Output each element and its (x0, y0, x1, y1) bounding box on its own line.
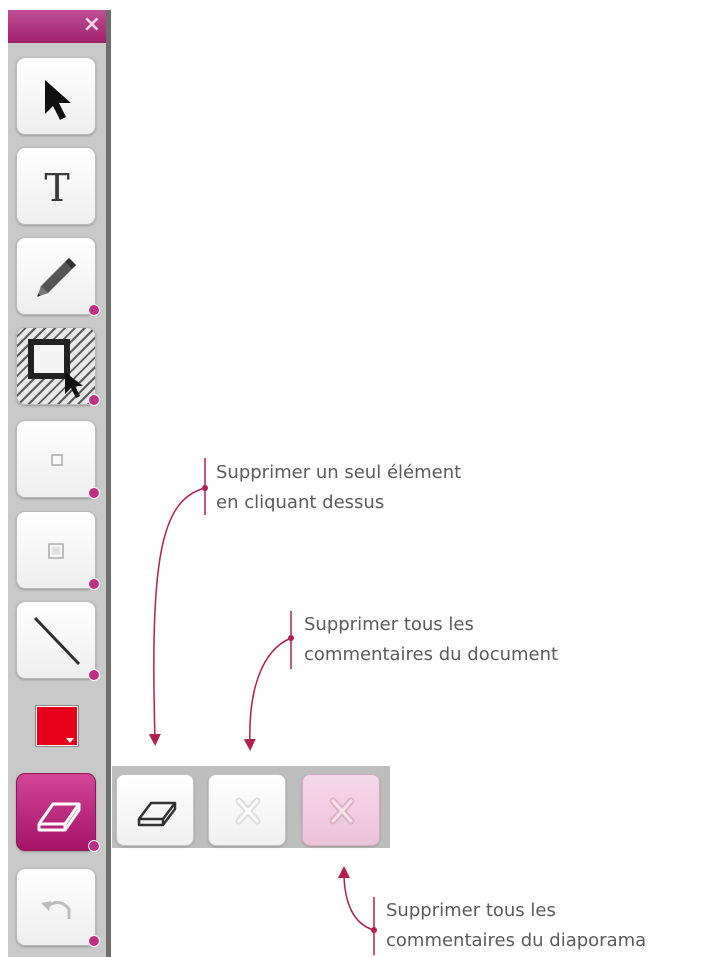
callout-single-line-1: Supprimer un seul élément (216, 462, 462, 483)
callout-clear-document: Supprimer tous les commentaires du docum… (304, 610, 558, 670)
callout-single-line-2: en cliquant dessus (216, 492, 385, 513)
callout-single-element: Supprimer un seul élément en cliquant de… (216, 458, 461, 518)
callout-arrow-slideshow (338, 866, 375, 931)
callout-arrow-single (148, 487, 206, 746)
callout-arrow-document (243, 637, 292, 751)
callout-slideshow-line-2: commentaires du diaporama (386, 930, 647, 951)
callout-document-line-2: commentaires du document (304, 644, 559, 665)
callout-slideshow-line-1: Supprimer tous les (386, 900, 556, 921)
callout-document-line-1: Supprimer tous les (304, 614, 474, 635)
callout-clear-slideshow: Supprimer tous les commentaires du diapo… (386, 896, 646, 956)
